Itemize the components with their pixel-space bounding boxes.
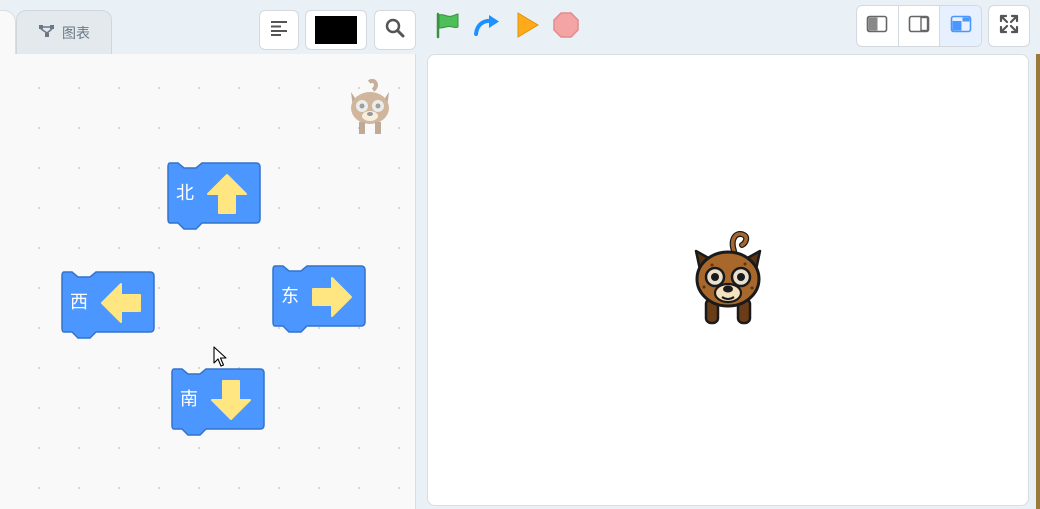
layout-toggle-group bbox=[856, 5, 982, 47]
panel-right-icon bbox=[908, 15, 930, 37]
step-button[interactable] bbox=[472, 12, 502, 42]
block-label: 东 bbox=[281, 286, 299, 307]
align-left-icon bbox=[270, 19, 288, 41]
block-label: 北 bbox=[176, 183, 194, 204]
green-flag-button[interactable] bbox=[432, 12, 462, 42]
code-workspace[interactable]: 北 西 东 南 bbox=[0, 54, 416, 509]
arrow-down-icon bbox=[208, 377, 254, 427]
top-toolbar: 图表 bbox=[0, 0, 1040, 54]
play-icon bbox=[514, 11, 540, 43]
tab-chart-label: 图表 bbox=[62, 25, 90, 42]
format-code-button[interactable] bbox=[259, 10, 299, 50]
block-north[interactable]: 北 bbox=[166, 161, 262, 233]
pen-color-swatch bbox=[315, 16, 357, 44]
dog-sprite[interactable] bbox=[690, 231, 766, 335]
sprite-thumbnail[interactable] bbox=[345, 78, 395, 144]
flag-icon bbox=[433, 11, 461, 43]
arrow-left-icon bbox=[98, 280, 144, 330]
stop-button[interactable] bbox=[551, 12, 581, 42]
fullscreen-button[interactable] bbox=[988, 5, 1030, 47]
layout-code-only-button[interactable] bbox=[857, 6, 899, 46]
fullscreen-icon bbox=[999, 14, 1019, 38]
search-button[interactable] bbox=[374, 10, 416, 50]
block-label: 南 bbox=[180, 389, 198, 410]
panel-split-icon bbox=[950, 15, 972, 37]
search-icon bbox=[385, 18, 405, 42]
stage[interactable] bbox=[427, 54, 1029, 506]
tab-chart[interactable]: 图表 bbox=[16, 10, 112, 54]
block-label: 西 bbox=[70, 292, 88, 313]
redo-arrow-icon bbox=[473, 13, 501, 41]
layout-split-button[interactable] bbox=[940, 6, 981, 46]
stop-octagon-icon bbox=[552, 11, 580, 43]
panel-left-icon bbox=[866, 15, 888, 37]
tab-code[interactable] bbox=[0, 10, 16, 54]
block-west[interactable]: 西 bbox=[60, 270, 156, 342]
block-east[interactable]: 东 bbox=[271, 264, 367, 336]
arrow-up-icon bbox=[204, 171, 250, 221]
arrow-right-icon bbox=[309, 274, 355, 324]
play-button[interactable] bbox=[512, 12, 542, 42]
pen-color-picker[interactable] bbox=[305, 10, 367, 50]
layout-stage-only-button[interactable] bbox=[899, 6, 941, 46]
window-edge bbox=[1036, 54, 1040, 509]
chart-icon bbox=[38, 24, 56, 42]
block-south[interactable]: 南 bbox=[170, 367, 266, 439]
mouse-pointer-icon bbox=[213, 346, 227, 372]
